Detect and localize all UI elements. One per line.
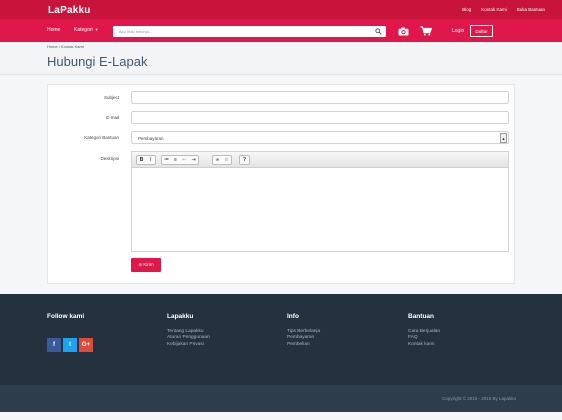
bold-button[interactable]: B <box>137 156 146 164</box>
toolbar-group-link: ∞ ⊘ <box>212 155 232 165</box>
email-field[interactable] <box>131 111 509 124</box>
unordered-list-button[interactable]: ≡ <box>171 156 180 164</box>
search-icon[interactable] <box>375 28 382 35</box>
outdent-button[interactable]: ⇤ <box>180 156 189 164</box>
footer-heading-info: Info <box>287 313 299 320</box>
top-links: Blog Kontak Kami Buka Bantuan <box>462 7 545 12</box>
footer-col-bantuan: Bantuan Cara Berjualan FAQ Kontak kami <box>408 313 440 348</box>
top-link-bantuan[interactable]: Buka Bantuan <box>517 7 545 12</box>
footer-col-lapakku: Lapakku Tentang Lapakku Aturan Penggunaa… <box>167 313 210 348</box>
daftar-button[interactable]: Daftar <box>470 25 493 37</box>
follow-heading: Follow kami <box>47 313 85 320</box>
caret-down-icon: ▼ <box>94 27 99 32</box>
footer-link[interactable]: Pembelian <box>287 342 320 348</box>
top-link-blog[interactable]: Blog <box>462 7 471 12</box>
page-title: Hubungi E-Lapak <box>47 54 148 69</box>
italic-button[interactable]: I <box>146 156 155 164</box>
subject-field[interactable] <box>131 91 509 104</box>
cart-icon[interactable] <box>420 26 432 36</box>
kategori-select[interactable]: Pembayaran ▲ <box>131 131 509 144</box>
twitter-icon[interactable]: t <box>63 338 77 352</box>
copyright-text: Copyright © 2015 - 2019 By Lapakku <box>442 396 516 401</box>
bottom-strip <box>0 412 562 420</box>
link-button[interactable]: ∞ <box>213 156 222 164</box>
search-input[interactable]: Aku mau belanja... <box>113 26 386 37</box>
deskripsi-editor[interactable]: B I ≔ ≡ ⇤ ⇥ ∞ ⊘ ? <box>131 151 509 252</box>
kirim-button[interactable]: ⊜ Kirim <box>131 258 161 272</box>
footer-col-info: Info Tips Berbelanja Pembayaran Pembelia… <box>287 313 320 348</box>
footer-link[interactable]: Aturan Penggunaan <box>167 335 210 341</box>
editor-toolbar: B I ≔ ≡ ⇤ ⇥ ∞ ⊘ ? <box>132 152 508 168</box>
subject-label: Subject <box>103 95 119 100</box>
unlink-button[interactable]: ⊘ <box>222 156 231 164</box>
footer-follow: Follow kami <box>47 313 84 329</box>
footer-link[interactable]: Kebijakan Privasi <box>167 342 210 348</box>
divider <box>0 74 562 75</box>
help-button[interactable]: ? <box>240 156 249 164</box>
email-label: E-mail <box>106 115 119 120</box>
top-bar: LaPakku Blog Kontak Kami Buka Bantuan <box>0 0 562 19</box>
toolbar-group-format: B I <box>136 155 156 165</box>
toolbar-group-help: ? <box>239 155 250 165</box>
nav-kategori-dropdown[interactable]: Kategori ▼ <box>74 27 99 33</box>
breadcrumb: Home / Kontak Kami <box>47 44 84 49</box>
social-links: f t G+ <box>47 338 93 352</box>
indent-button[interactable]: ⇥ <box>189 156 198 164</box>
facebook-icon[interactable]: f <box>47 338 61 352</box>
footer-link[interactable]: Kontak kami <box>408 342 440 348</box>
nav-kategori-label: Kategori <box>74 27 93 33</box>
camera-icon[interactable] <box>398 27 409 36</box>
select-arrow-icon[interactable]: ▲ <box>500 133 507 143</box>
kategori-selected-value: Pembayaran <box>138 136 164 141</box>
toolbar-group-list: ≔ ≡ ⇤ ⇥ <box>161 155 199 165</box>
deskripsi-label: Deskripsi <box>100 156 119 161</box>
search-placeholder: Aku mau belanja... <box>119 29 153 34</box>
kategori-label: Kategori Bantuan <box>84 135 119 140</box>
footer-heading-lapakku: Lapakku <box>167 313 194 320</box>
ordered-list-button[interactable]: ≔ <box>162 156 171 164</box>
logo[interactable]: LaPakku <box>48 5 91 16</box>
google-plus-icon[interactable]: G+ <box>79 338 93 352</box>
login-link[interactable]: Login <box>452 28 464 34</box>
footer-heading-bantuan: Bantuan <box>408 313 434 320</box>
nav-home-link[interactable]: Home <box>47 27 60 33</box>
top-link-kontak[interactable]: Kontak Kami <box>481 7 507 12</box>
copyright-bar: Copyright © 2015 - 2019 By Lapakku <box>0 385 562 412</box>
